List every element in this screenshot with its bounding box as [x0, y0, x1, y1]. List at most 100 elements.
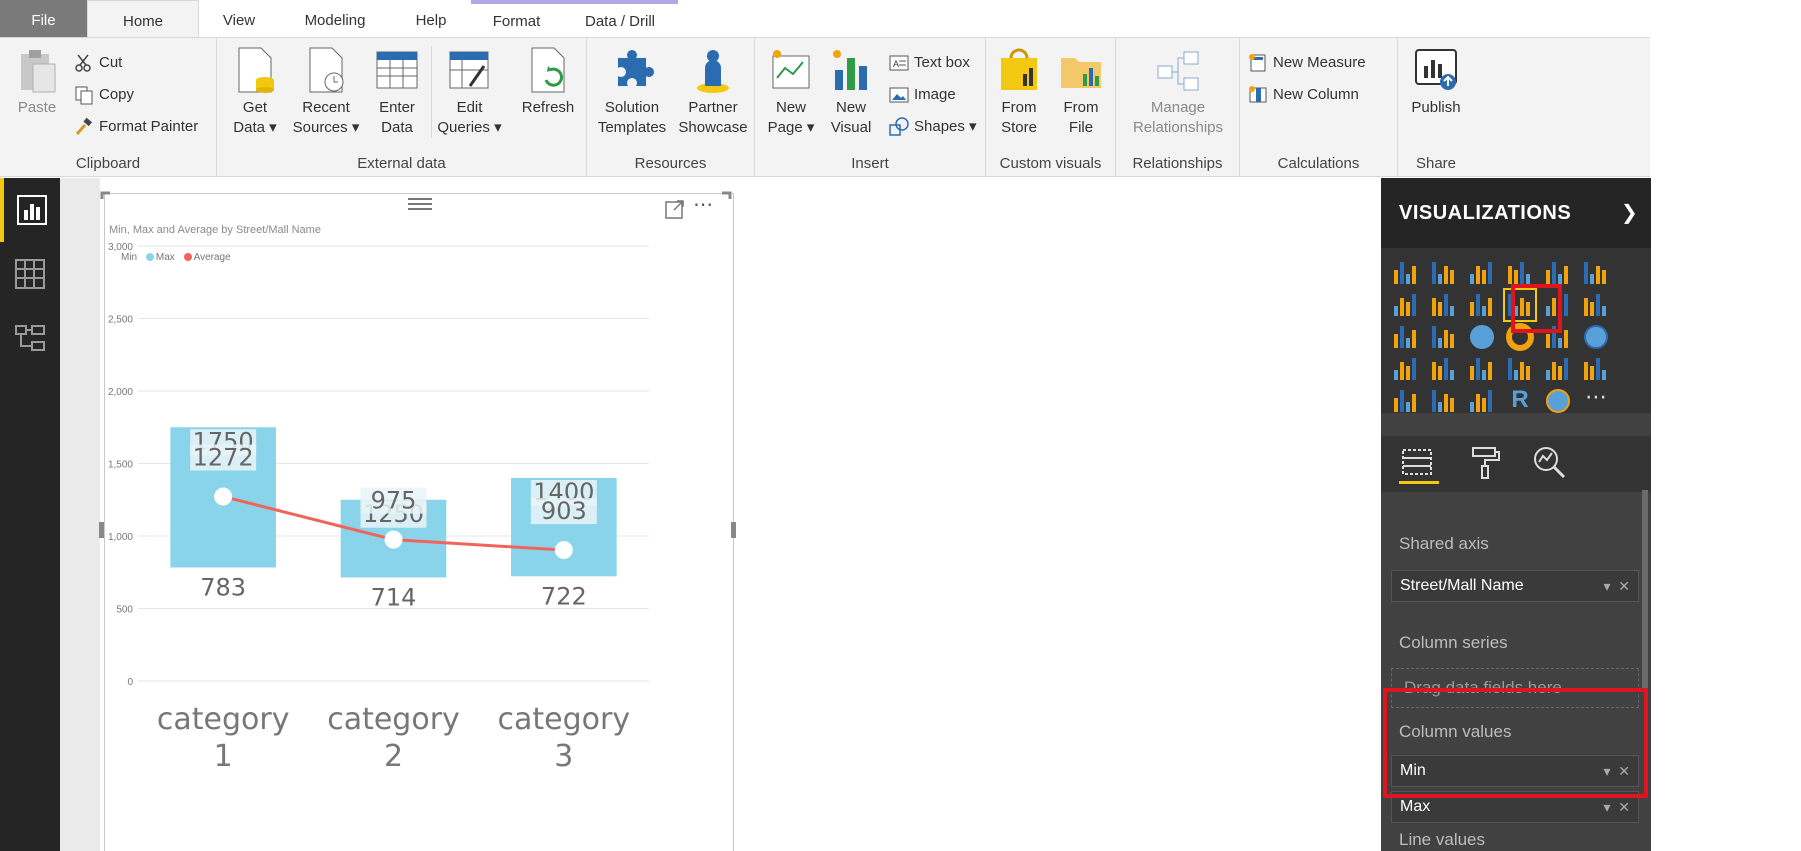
from-file-button[interactable]: From File	[1050, 46, 1112, 138]
ribbon: Paste Cut Copy Format Painter Clipboard …	[0, 37, 1650, 177]
pane-tool-tabs	[1381, 436, 1651, 492]
fields-tab[interactable]	[1399, 444, 1439, 484]
visualizations-header: VISUALIZATIONS ❯	[1381, 178, 1651, 248]
copy-button[interactable]: Copy	[74, 82, 134, 108]
format-painter-button[interactable]: Format Painter	[74, 114, 198, 140]
tab-format[interactable]: Format	[471, 0, 562, 37]
group-label-insert: Insert	[851, 155, 889, 172]
new-visual-icon	[833, 50, 867, 90]
funnel-icon[interactable]	[1429, 354, 1459, 384]
globe-icon[interactable]	[1543, 386, 1573, 416]
chevron-down-icon: ▾	[964, 118, 977, 135]
chevron-down-icon: ▾	[264, 119, 277, 136]
chevron-down-icon[interactable]: ▾	[1603, 799, 1610, 815]
bar-chart-icon	[17, 195, 47, 225]
new-measure-button[interactable]: New Measure	[1248, 50, 1366, 76]
group-insert: New Page ▾ New Visual A Text box Image Shap…	[755, 38, 986, 176]
matrix-icon[interactable]	[1467, 386, 1497, 416]
tab-help[interactable]: Help	[391, 0, 471, 37]
person-icon	[697, 50, 729, 93]
data-view-button[interactable]	[0, 242, 60, 306]
publish-button[interactable]: Publish	[1402, 46, 1470, 118]
chevron-down-icon[interactable]: ▾	[1603, 578, 1610, 594]
stacked-area-icon[interactable]	[1467, 290, 1497, 320]
ribbon-tabbar: File Home View Modeling Help Format Data…	[0, 0, 1650, 38]
tab-view[interactable]: View	[199, 0, 279, 37]
new-visual-button[interactable]: New Visual	[823, 46, 879, 138]
stacked-column-icon[interactable]	[1429, 258, 1459, 288]
solution-templates-button[interactable]: Solution Templates	[593, 46, 671, 138]
recent-sources-button[interactable]: Recent Sources ▾	[291, 46, 361, 138]
shapes-button[interactable]: Shapes ▾	[889, 114, 977, 140]
area-icon[interactable]	[1429, 290, 1459, 320]
y-tick-label: 2,500	[108, 315, 133, 326]
group-label-share: Share	[1415, 155, 1457, 172]
multi-row-card-icon[interactable]	[1543, 354, 1573, 384]
analytics-tab[interactable]	[1531, 444, 1571, 484]
relationships-view-button[interactable]	[0, 306, 60, 370]
table-icon[interactable]	[1429, 386, 1459, 416]
slicer-icon[interactable]	[1391, 386, 1421, 416]
pie-icon[interactable]	[1467, 322, 1497, 352]
format-tab[interactable]	[1467, 444, 1507, 484]
x-category-label-line2: 2	[384, 739, 403, 774]
collapse-pane-icon[interactable]: ❯	[1621, 200, 1638, 225]
group-label-relationships: Relationships	[1132, 155, 1223, 172]
pane-scrollbar[interactable]	[1642, 490, 1648, 690]
cut-button[interactable]: Cut	[74, 50, 122, 76]
shared-axis-field-label: Street/Mall Name	[1400, 577, 1524, 594]
highlight-column-values	[1383, 688, 1648, 798]
combo-chart-visual[interactable]: ⋯ Min, Max and Average by Street/Mall Na…	[99, 191, 736, 851]
get-data-button[interactable]: Get Data ▾	[225, 46, 285, 138]
remove-field-icon[interactable]: ✕	[1618, 578, 1630, 594]
report-view-button[interactable]	[0, 178, 60, 242]
new-column-button[interactable]: New Column	[1248, 82, 1359, 108]
resize-handle-right[interactable]	[731, 522, 736, 538]
manage-relationships-button[interactable]: Manage Relationships	[1122, 46, 1234, 138]
edit-queries-button[interactable]: Edit Queries ▾	[431, 46, 507, 138]
data-label-min: 714	[371, 583, 417, 611]
enter-data-button[interactable]: Enter Data	[367, 46, 427, 138]
ribbon-icon[interactable]	[1581, 290, 1611, 320]
line-icon[interactable]	[1391, 290, 1421, 320]
r-visual-icon[interactable]: R	[1505, 386, 1535, 416]
resize-handle-left[interactable]	[99, 522, 104, 538]
100-column-icon[interactable]	[1581, 258, 1611, 288]
x-category-label-line2: 1	[214, 739, 233, 774]
tab-file[interactable]: File	[0, 0, 87, 37]
paste-button[interactable]: Paste	[12, 46, 62, 118]
clustered-bar-icon[interactable]	[1467, 258, 1497, 288]
group-label-clipboard: Clipboard	[75, 155, 141, 172]
scatter-icon[interactable]	[1429, 322, 1459, 352]
new-page-button[interactable]: New Page ▾	[761, 46, 821, 138]
shared-axis-field[interactable]: Street/Mall Name ▾ ✕	[1391, 570, 1639, 602]
data-label-average: 975	[371, 487, 417, 515]
card-icon[interactable]	[1505, 354, 1535, 384]
tab-modeling[interactable]: Modeling	[279, 0, 391, 37]
scissors-icon	[75, 54, 91, 72]
y-tick-label: 2,000	[108, 387, 133, 398]
filled-map-icon[interactable]	[1391, 354, 1421, 384]
waterfall-icon[interactable]	[1391, 322, 1421, 352]
kpi-icon[interactable]	[1581, 354, 1611, 384]
map-icon[interactable]	[1581, 322, 1611, 352]
tab-home[interactable]: Home	[87, 0, 199, 38]
text-box-icon: A	[889, 55, 909, 71]
remove-field-icon[interactable]: ✕	[1618, 799, 1630, 815]
tab-data-drill[interactable]: Data / Drill	[562, 0, 678, 37]
calculator-icon	[1249, 54, 1266, 72]
partner-showcase-button[interactable]: Partner Showcase	[673, 46, 753, 138]
gauge-icon[interactable]	[1467, 354, 1497, 384]
from-store-button[interactable]: From Store	[988, 46, 1050, 138]
data-label-average: 903	[541, 497, 587, 525]
visualizations-title: VISUALIZATIONS	[1399, 202, 1572, 224]
x-category-label: category	[498, 702, 631, 737]
stacked-bar-icon[interactable]	[1391, 258, 1421, 288]
y-tick-label: 1,000	[108, 532, 133, 543]
grid-icon	[15, 259, 45, 289]
text-box-button[interactable]: A Text box	[889, 50, 970, 76]
image-button[interactable]: Image	[889, 82, 956, 108]
clock-document-icon	[309, 47, 344, 93]
more-icon[interactable]: ⋯	[1581, 386, 1611, 416]
refresh-button[interactable]: Refresh	[513, 46, 583, 118]
